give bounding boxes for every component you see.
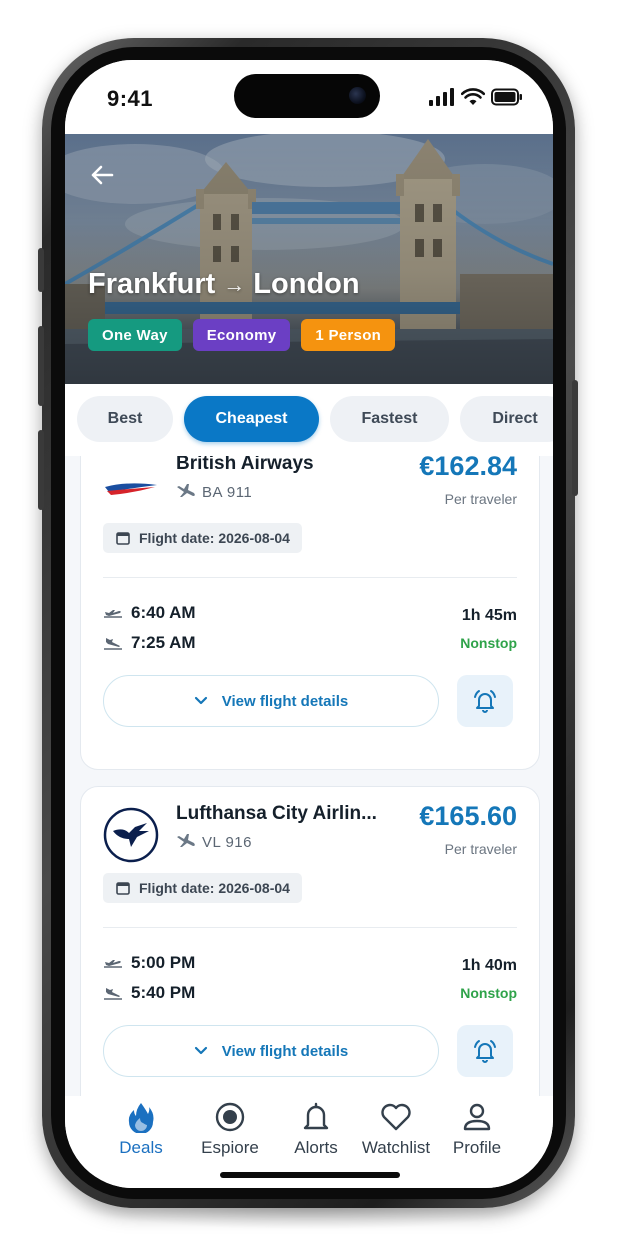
dynamic-island bbox=[234, 74, 380, 118]
arrival-row: 5:40 PM bbox=[103, 983, 195, 1003]
view-flight-details-label: View flight details bbox=[221, 692, 349, 710]
landing-icon bbox=[104, 988, 122, 1000]
card-divider bbox=[103, 577, 517, 578]
flight-card[interactable]: Lufthansa City Airlin... VL 916 €165.60 … bbox=[80, 786, 540, 1096]
calendar-icon bbox=[116, 532, 130, 545]
destination-header: Frankfurt → London One Way Economy 1 Per… bbox=[65, 134, 553, 384]
volume-down-button bbox=[38, 430, 44, 510]
flight-number-text: VL 916 bbox=[202, 833, 252, 851]
nav-explore-label: Espiore bbox=[201, 1138, 259, 1157]
flight-duration: 1h 40m bbox=[461, 957, 517, 974]
nav-deals-label: Deals bbox=[119, 1138, 163, 1157]
flight-price: €165.60 bbox=[419, 801, 517, 831]
trip-chips: One Way Economy 1 Person bbox=[88, 319, 396, 351]
arrival-time: 7:25 AM bbox=[131, 633, 196, 652]
price-alert-button[interactable] bbox=[457, 675, 513, 727]
tab-cheapest[interactable]: Cheapest bbox=[184, 396, 319, 442]
calendar-icon bbox=[116, 882, 130, 895]
flight-list: British Airways BA 911 €162.84 Per trave… bbox=[65, 456, 553, 1096]
nav-alerts[interactable]: Alorts bbox=[271, 1100, 361, 1158]
chevron-down-icon bbox=[194, 696, 207, 705]
signal-icon bbox=[429, 88, 454, 106]
price-note: Per traveler bbox=[444, 491, 517, 507]
person-icon bbox=[463, 1103, 491, 1131]
chevron-down-icon bbox=[194, 1046, 207, 1055]
landing-icon bbox=[104, 638, 122, 650]
heart-icon bbox=[381, 1103, 411, 1131]
airplane-icon bbox=[177, 484, 195, 497]
chip-cabin-class: Economy bbox=[192, 319, 291, 351]
price-note: Per traveler bbox=[444, 841, 517, 857]
explore-icon bbox=[215, 1102, 245, 1132]
flight-number: BA 911 bbox=[176, 483, 252, 501]
chip-passengers: 1 Person bbox=[301, 319, 396, 351]
british-airways-speedmarque-icon bbox=[105, 483, 157, 495]
view-flight-details-label: View flight details bbox=[221, 1042, 349, 1060]
takeoff-icon bbox=[104, 610, 122, 618]
tab-fastest[interactable]: Fastest bbox=[330, 396, 449, 442]
airplane-icon bbox=[177, 834, 195, 847]
stops-label: Nonstop bbox=[460, 635, 517, 651]
nav-watchlist[interactable]: Watchlist bbox=[351, 1100, 441, 1158]
power-button bbox=[572, 380, 578, 496]
arrival-time: 5:40 PM bbox=[131, 983, 196, 1002]
flight-date-badge: Flight date: 2026-08-04 bbox=[103, 873, 302, 903]
chip-trip-type: One Way bbox=[88, 319, 182, 351]
phone-screen: 9:41 Frankfurt → London One Way Economy … bbox=[65, 60, 553, 1188]
flight-date-text: Flight date: 2026-08-04 bbox=[139, 530, 290, 546]
back-button[interactable] bbox=[87, 160, 117, 190]
arrival-row: 7:25 AM bbox=[103, 633, 196, 653]
airline-name: Lufthansa City Airlin... bbox=[176, 803, 377, 824]
home-indicator[interactable] bbox=[220, 1172, 400, 1178]
sort-tabs: Best Cheapest Fastest Direct bbox=[65, 384, 553, 456]
departure-time: 5:00 PM bbox=[131, 953, 196, 972]
view-flight-details-button[interactable]: View flight details bbox=[103, 675, 439, 727]
price-alert-button[interactable] bbox=[457, 1025, 513, 1077]
nav-watchlist-label: Watchlist bbox=[361, 1138, 431, 1157]
nav-profile[interactable]: Profile bbox=[432, 1100, 522, 1158]
flight-card[interactable]: British Airways BA 911 €162.84 Per trave… bbox=[80, 456, 540, 770]
origin-city: Frankfurt bbox=[88, 268, 216, 300]
bell-outline-icon bbox=[303, 1102, 329, 1130]
wifi-icon bbox=[461, 88, 485, 105]
departure-row: 6:40 AM bbox=[103, 603, 196, 623]
departure-row: 5:00 PM bbox=[103, 953, 195, 973]
alarm-bell-icon bbox=[474, 690, 496, 713]
nav-alerts-label: Alorts bbox=[294, 1138, 338, 1157]
flame-icon bbox=[128, 1103, 154, 1133]
nav-deals[interactable]: Deals bbox=[96, 1100, 186, 1158]
volume-up-button bbox=[38, 326, 44, 406]
takeoff-icon bbox=[104, 960, 122, 968]
lufthansa-crane-icon bbox=[103, 807, 159, 863]
flight-price: €162.84 bbox=[419, 456, 517, 481]
flight-number: VL 916 bbox=[176, 833, 252, 851]
route-title: Frankfurt → London bbox=[88, 268, 360, 301]
status-time: 9:41 bbox=[107, 86, 154, 111]
flight-number-text: BA 911 bbox=[202, 483, 253, 501]
battery-icon bbox=[491, 88, 522, 106]
alarm-bell-icon bbox=[474, 1040, 496, 1063]
card-divider bbox=[103, 927, 517, 928]
flight-duration: 1h 45m bbox=[461, 607, 517, 624]
front-camera bbox=[349, 87, 366, 104]
action-button bbox=[38, 248, 44, 292]
flight-date-text: Flight date: 2026-08-04 bbox=[139, 880, 290, 896]
status-icons bbox=[429, 88, 523, 106]
stops-label: Nonstop bbox=[460, 985, 517, 1001]
nav-profile-label: Profile bbox=[452, 1138, 502, 1157]
tab-direct[interactable]: Direct bbox=[460, 396, 553, 442]
nav-explore[interactable]: Espiore bbox=[185, 1100, 275, 1158]
destination-city: London bbox=[253, 268, 360, 300]
departure-time: 6:40 AM bbox=[131, 603, 196, 622]
airline-name: British Airways bbox=[176, 456, 314, 474]
tab-best[interactable]: Best bbox=[77, 396, 173, 442]
arrow-left-icon bbox=[91, 165, 114, 185]
flight-date-badge: Flight date: 2026-08-04 bbox=[103, 523, 302, 553]
route-arrow: → bbox=[223, 271, 246, 297]
status-bar: 9:41 bbox=[65, 60, 553, 134]
view-flight-details-button[interactable]: View flight details bbox=[103, 1025, 439, 1077]
